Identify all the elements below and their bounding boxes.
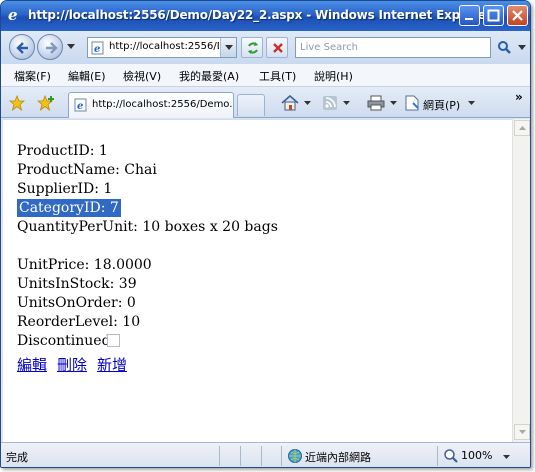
menu-help[interactable]: 說明(H): [314, 68, 353, 84]
address-url[interactable]: http://localhost:2556/Demo/Day22_2.aspx: [109, 41, 219, 52]
page-dropdown-icon[interactable]: [468, 101, 475, 105]
maximize-button[interactable]: [483, 5, 504, 26]
stop-button[interactable]: [266, 37, 288, 58]
new-tab-button[interactable]: [237, 94, 265, 116]
forward-arrow-icon: [46, 42, 58, 54]
menu-bar: 檔案(F) 編輯(E) 檢視(V) 我的最愛(A) 工具(T) 說明(H): [1, 64, 530, 87]
field-units-on-order: UnitsOnOrder: 0: [17, 295, 136, 311]
feeds-dropdown-icon[interactable]: [343, 101, 350, 105]
field-category-id: CategoryID: 7: [17, 199, 121, 217]
security-zone-label[interactable]: 近端內部網路: [305, 449, 371, 465]
minimize-icon: [465, 18, 473, 20]
status-text: 完成: [6, 451, 28, 464]
menu-view[interactable]: 檢視(V): [123, 68, 161, 84]
tab-favicon-icon: e: [74, 98, 87, 112]
zoom-icon[interactable]: [443, 448, 459, 464]
field-units-in-stock: UnitsInStock: 39: [17, 276, 137, 292]
page-favicon-icon: e: [91, 41, 104, 55]
field-product-id: ProductID: 1: [17, 143, 108, 159]
search-placeholder: Live Search: [300, 42, 358, 53]
delete-link[interactable]: 刪除: [57, 354, 87, 375]
field-reorder-level: ReorderLevel: 10: [17, 314, 141, 330]
field-supplier-id: SupplierID: 1: [17, 181, 113, 197]
navigation-bar: e http://localhost:2556/Demo/Day22_2.asp…: [1, 31, 530, 64]
status-divider: [281, 446, 282, 466]
status-bar: 完成 近端內部網路 100%: [1, 442, 530, 467]
edit-link[interactable]: 編輯: [17, 354, 47, 375]
zoom-level[interactable]: 100%: [461, 449, 492, 462]
favorites-star-icon[interactable]: [9, 95, 25, 111]
svg-text:e: e: [94, 44, 100, 55]
address-field[interactable]: e http://localhost:2556/Demo/Day22_2.asp…: [87, 37, 237, 58]
close-icon: [512, 10, 523, 21]
vertical-scrollbar[interactable]: [512, 119, 530, 442]
arrow-down-icon: [519, 430, 526, 434]
menu-file[interactable]: 檔案(F): [14, 68, 51, 84]
feeds-icon[interactable]: [322, 95, 338, 111]
more-commands-chevron[interactable]: »: [515, 90, 523, 104]
search-options-dropdown-icon[interactable]: [518, 45, 526, 50]
back-button[interactable]: [9, 34, 35, 60]
menu-favorites[interactable]: 我的最愛(A): [179, 68, 239, 84]
menu-edit[interactable]: 編輯(E): [68, 68, 106, 84]
status-divider: [240, 446, 241, 466]
status-divider: [437, 446, 438, 466]
page-content: ProductID: 1 ProductName: Chai SupplierI…: [3, 119, 512, 442]
title-bar[interactable]: e http://localhost:2556/Demo/Day22_2.asp…: [1, 1, 530, 31]
close-button[interactable]: [507, 5, 528, 26]
print-dropdown-icon[interactable]: [390, 101, 397, 105]
window-title: http://localhost:2556/Demo/Day22_2.aspx …: [28, 8, 492, 22]
home-dropdown-icon[interactable]: [304, 101, 311, 105]
forward-button[interactable]: [37, 34, 63, 60]
tab-bar: e http://localhost:2556/Demo... 網頁(P) »: [1, 87, 530, 118]
scroll-down-button[interactable]: [514, 424, 530, 440]
refresh-button[interactable]: [241, 37, 263, 58]
arrow-up-icon: [519, 126, 526, 130]
zoom-dropdown-icon[interactable]: [503, 455, 510, 459]
maximize-icon: [487, 9, 500, 22]
field-discontinued-label: Discontinued:: [17, 333, 116, 349]
add-favorites-icon[interactable]: [37, 95, 55, 111]
discontinued-checkbox[interactable]: [107, 334, 120, 347]
field-product-name: ProductName: Chai: [17, 162, 157, 178]
chevron-down-icon: [225, 45, 233, 50]
search-button[interactable]: [495, 37, 515, 58]
status-divider: [261, 446, 262, 466]
tab-title: http://localhost:2556/Demo...: [92, 99, 232, 110]
ie-logo-icon: e: [8, 6, 18, 24]
page-icon[interactable]: [404, 95, 420, 111]
home-icon[interactable]: [281, 95, 299, 111]
recent-pages-dropdown-icon[interactable]: [67, 44, 75, 49]
field-quantity-per-unit: QuantityPerUnit: 10 boxes x 20 bags: [17, 219, 278, 235]
new-link[interactable]: 新增: [97, 354, 127, 375]
refresh-icon: [248, 42, 258, 54]
print-icon[interactable]: [367, 95, 385, 111]
browser-window: e http://localhost:2556/Demo/Day22_2.asp…: [0, 0, 531, 468]
scroll-up-button[interactable]: [514, 120, 530, 136]
back-arrow-icon: [16, 42, 28, 54]
search-icon: [498, 41, 511, 54]
stop-icon: [273, 43, 283, 53]
tab-current[interactable]: e http://localhost:2556/Demo...: [68, 92, 234, 118]
svg-text:e: e: [77, 101, 83, 112]
intranet-zone-icon[interactable]: [287, 448, 303, 464]
address-dropdown-button[interactable]: [220, 38, 236, 57]
minimize-button[interactable]: [459, 5, 480, 26]
live-search-input[interactable]: Live Search: [295, 37, 491, 58]
page-menu-label[interactable]: 網頁(P): [423, 97, 460, 113]
field-unit-price: UnitPrice: 18.0000: [17, 257, 152, 273]
status-divider: [219, 446, 220, 466]
menu-tools[interactable]: 工具(T): [259, 68, 296, 84]
